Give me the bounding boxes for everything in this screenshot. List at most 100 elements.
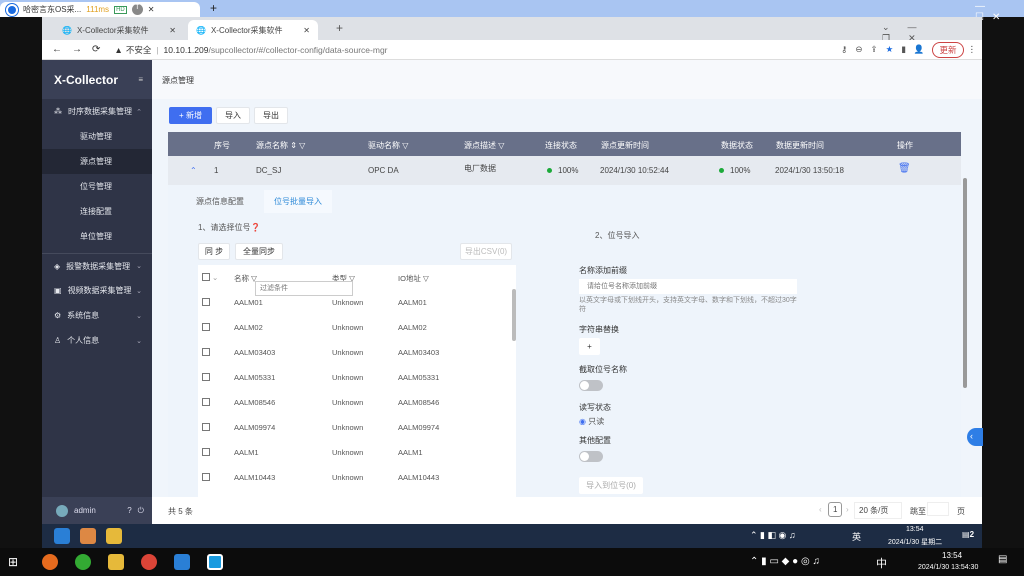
prev-page-icon[interactable]: ‹ (819, 505, 822, 514)
row-checkbox[interactable] (202, 323, 210, 331)
sidebar-item-source[interactable]: 源点管理 (42, 149, 152, 174)
menu-system[interactable]: ⚙ 系统信息 ⌄ (42, 303, 152, 328)
row-checkbox[interactable] (202, 373, 210, 381)
help-icon[interactable]: ? (127, 506, 131, 515)
page-1[interactable]: 1 (828, 502, 843, 517)
other-toggle[interactable] (579, 451, 603, 462)
col-io[interactable]: IO地址 ▽ (398, 273, 429, 284)
row-checkbox[interactable] (202, 398, 210, 406)
tray-icons[interactable]: ⌃ ▮ ▭ ◆ ● ◎ ♫ (750, 556, 820, 567)
browser-tab[interactable]: 🌐 X-Collector采集软件 ✕ (54, 20, 184, 40)
collapse-row-icon[interactable]: ⌃ (190, 166, 197, 175)
page-size-select[interactable]: 20 条/页 (854, 502, 902, 519)
row-checkbox[interactable] (202, 448, 210, 456)
sidebar-item-driver[interactable]: 驱动管理 (42, 124, 152, 149)
menu-label: 报警数据采集管理 (66, 261, 131, 271)
window-controls[interactable]: —☐✕ (975, 1, 1024, 23)
close-icon[interactable]: ✕ (303, 26, 310, 35)
app-icon-active[interactable] (207, 554, 223, 570)
folder-icon[interactable] (108, 554, 124, 570)
select-all-checkbox[interactable] (202, 273, 210, 281)
row-checkbox[interactable] (202, 348, 210, 356)
cell-data-time: 2024/1/30 13:50:18 (775, 166, 844, 175)
outer-tab[interactable]: 哈密言东OS采... 111ms HD T ✕ (0, 2, 200, 17)
avatar[interactable] (56, 504, 68, 517)
sidebar-item-unit[interactable]: 单位管理 (42, 224, 152, 249)
list-item[interactable]: AALM10443 Unknown AALM10443 (198, 465, 516, 490)
sidebar-item-connection[interactable]: 连接配置 (42, 199, 152, 224)
list-item[interactable]: AALM02 Unknown AALM02 (198, 315, 516, 340)
scrollbar[interactable] (963, 178, 967, 388)
sync-button[interactable]: 同 步 (198, 243, 230, 260)
side-panel-toggle[interactable]: ‹ (967, 428, 983, 446)
add-button[interactable]: + 新增 (169, 107, 212, 124)
delete-icon[interactable]: 🗑 (898, 163, 911, 174)
nav-buttons[interactable]: ←→⟳ (52, 44, 110, 55)
goto-input[interactable] (927, 502, 949, 516)
list-item[interactable]: AALM09974 Unknown AALM09974 (198, 415, 516, 440)
menu-profile[interactable]: ♙ 个人信息 ⌄ (42, 328, 152, 353)
browser-tab-active[interactable]: 🌐 X-Collector采集软件 ✕ (188, 20, 318, 40)
tray-icons[interactable]: ⌃ ▮ ◧ ◉ ♫ (750, 530, 796, 541)
next-page-icon[interactable]: › (846, 505, 849, 514)
profile-icon (6, 3, 18, 16)
new-tab-icon[interactable]: + (210, 1, 217, 15)
prefix-input[interactable] (579, 279, 797, 294)
item-io: AALM09974 (398, 423, 440, 432)
folder-icon[interactable] (106, 528, 122, 544)
readonly-radio[interactable]: ◉ 只读 (579, 416, 604, 427)
app-icon[interactable] (174, 554, 190, 570)
tab-source-config[interactable]: 源点信息配置 (196, 196, 244, 207)
taskbar-app-icon[interactable] (80, 528, 96, 544)
collapse-menu-icon[interactable]: ≡ (138, 75, 143, 84)
export-button[interactable]: 导出 (254, 107, 288, 124)
menu-video[interactable]: ▣ 视频数据采集管理 ⌄ (42, 278, 152, 303)
toolbar-icons[interactable]: ⚷⊖⇪★▮👤 (841, 44, 932, 55)
import-button[interactable]: 导入 (216, 107, 250, 124)
menu-timeseries[interactable]: ⁂ 时序数据采集管理 ⌃ (42, 99, 152, 124)
footer: 共 5 条 ‹ 1 › 20 条/页 跳至 页 (152, 497, 982, 524)
list-item[interactable]: AALM08546 Unknown AALM08546 (198, 390, 516, 415)
app-icon[interactable] (75, 554, 91, 570)
menu-alarm[interactable]: ◈ 报警数据采集管理 ⌄ (42, 253, 152, 278)
url-path[interactable]: /supcollector/#/collector-config/data-so… (208, 45, 387, 55)
ime-indicator[interactable]: 中 (876, 555, 887, 571)
sidebar-item-tag[interactable]: 位号管理 (42, 174, 152, 199)
truncate-toggle[interactable] (579, 380, 603, 391)
import-tags-button[interactable]: 导入到位号(0) (579, 477, 643, 494)
list-item[interactable]: AALM03403 Unknown AALM03403 (198, 340, 516, 365)
notification-icon[interactable]: ▤2 (962, 530, 974, 539)
col-desc[interactable]: 源点描述 ▽ (464, 140, 504, 151)
col-name[interactable]: 名称 ▽ (234, 273, 257, 284)
row-checkbox[interactable] (202, 298, 210, 306)
add-replace-button[interactable]: + (579, 338, 600, 355)
clock-date: 2024/1/30 13:54:30 (918, 564, 979, 571)
list-item[interactable]: AALM05331 Unknown AALM05331 (198, 365, 516, 390)
start-icon[interactable]: ⊞ (8, 555, 18, 569)
power-icon[interactable]: ⏻ (138, 506, 144, 516)
table-row[interactable]: ⌃ 1 DC_SJ OPC DA 电厂数据 100% 2024/1/30 10:… (168, 156, 961, 185)
scrollbar[interactable] (512, 289, 516, 341)
filter-input[interactable] (255, 281, 353, 296)
close-icon[interactable]: ✕ (148, 5, 155, 14)
full-sync-button[interactable]: 全量同步 (235, 243, 283, 260)
row-checkbox[interactable] (202, 473, 210, 481)
list-item[interactable]: AALM01 Unknown AALM01 (198, 290, 516, 315)
url-host[interactable]: 10.10.1.209 (164, 45, 209, 55)
close-icon[interactable]: ✕ (169, 26, 176, 35)
menu-icon[interactable]: ⋮ (968, 44, 977, 55)
export-csv-button[interactable]: 导出CSV(0) (460, 243, 512, 260)
col-driver[interactable]: 驱动名称 ▽ (368, 140, 408, 151)
firefox-icon[interactable] (42, 554, 58, 570)
taskbar-app-icon[interactable] (54, 528, 70, 544)
row-checkbox[interactable] (202, 423, 210, 431)
chrome-icon[interactable] (141, 554, 157, 570)
notification-icon[interactable]: ▤ (998, 554, 1007, 565)
tab-batch-import[interactable]: 位号批量导入 (264, 190, 332, 213)
col-name[interactable]: 源点名称 ⇕ ▽ (256, 140, 305, 151)
ime-indicator[interactable]: 英 (852, 530, 861, 543)
new-tab-icon[interactable]: + (336, 21, 343, 35)
cell-conn: 100% (547, 166, 578, 175)
update-button[interactable]: 更新 (932, 41, 964, 58)
list-item[interactable]: AALM1 Unknown AALM1 (198, 440, 516, 465)
